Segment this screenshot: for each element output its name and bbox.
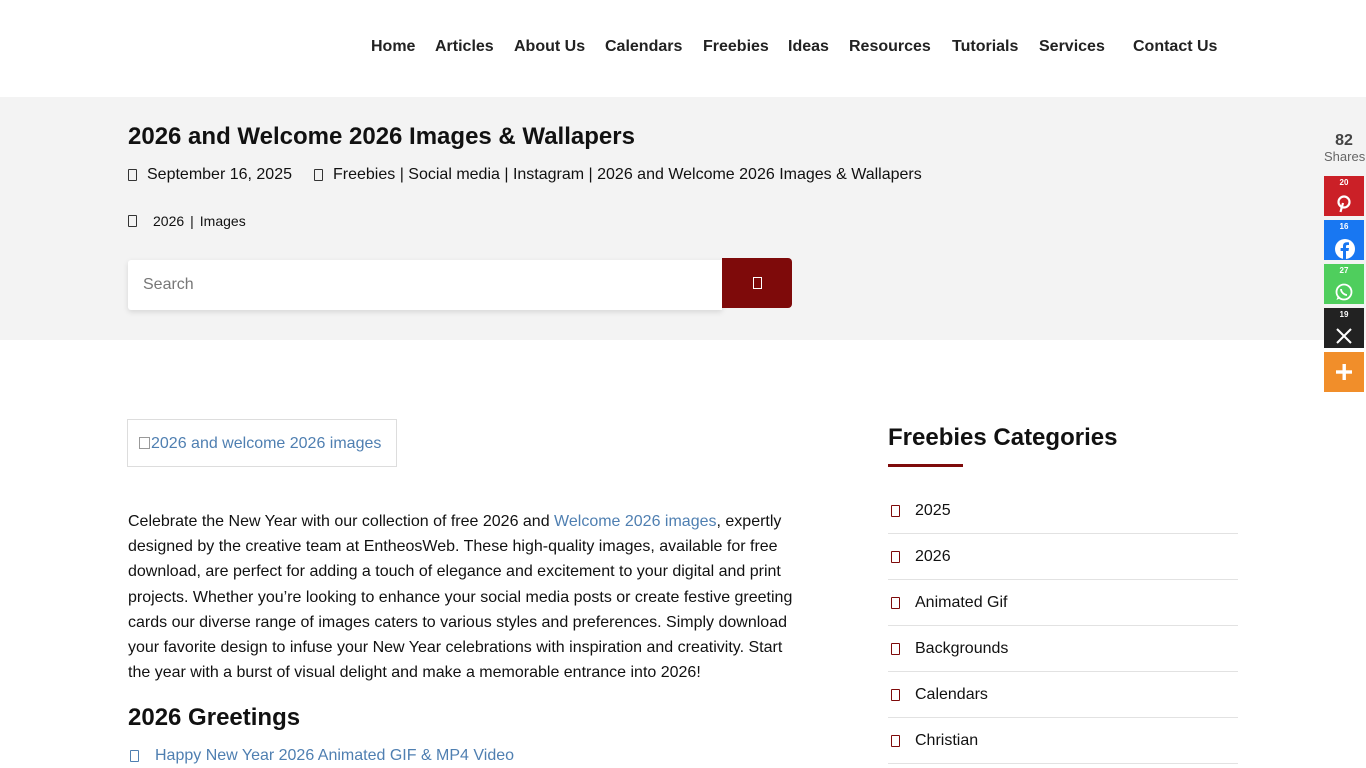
category-label: Animated Gif — [915, 593, 1008, 611]
search-button[interactable] — [722, 258, 792, 308]
facebook-share-button[interactable]: 16 — [1324, 220, 1364, 260]
greeting-link-label: Happy New Year 2026 Animated GIF & MP4 V… — [155, 747, 515, 764]
tag-link-2026[interactable]: 2026 — [153, 213, 184, 229]
sidebar-title: Freebies Categories — [888, 424, 1118, 451]
nav-articles-link[interactable]: Articles — [435, 38, 494, 56]
intro-text-start: Celebrate the New Year with our collecti… — [128, 513, 555, 530]
category-item-backgrounds[interactable]: Backgrounds — [888, 626, 1238, 672]
search-icon — [752, 277, 762, 289]
plus-icon — [1336, 364, 1352, 380]
more-share-button[interactable] — [1324, 352, 1364, 392]
x-share-count: 19 — [1339, 310, 1349, 319]
pinterest-icon — [1337, 195, 1351, 213]
whatsapp-icon — [1335, 283, 1353, 301]
category-label: Christian — [915, 731, 979, 749]
top-navigation: Home Articles About Us Calendars Freebie… — [0, 0, 1366, 97]
nav-resources-link[interactable]: Resources — [849, 38, 931, 56]
whatsapp-share-count: 27 — [1339, 266, 1349, 275]
featured-image-alt-text: 2026 and welcome 2026 images — [139, 435, 381, 453]
broken-image-icon — [139, 437, 150, 449]
category-label: 2026 — [915, 547, 951, 565]
folder-icon — [891, 596, 900, 609]
pinterest-share-button[interactable]: 20 — [1324, 176, 1364, 216]
post-tags: 2026 | Images — [128, 213, 246, 229]
folder-icon — [891, 688, 900, 701]
category-item-2025[interactable]: 2025 — [888, 488, 1238, 534]
bullet-icon — [130, 750, 139, 762]
greetings-heading: 2026 Greetings — [128, 704, 301, 731]
nav-home-link[interactable]: Home — [371, 38, 415, 56]
post-header: 2026 and Welcome 2026 Images & Wallapers… — [0, 97, 1366, 340]
featured-image-alt-label: 2026 and welcome 2026 images — [151, 435, 382, 452]
nav-freebies-link[interactable]: Freebies — [703, 38, 769, 56]
facebook-share-count: 16 — [1339, 222, 1349, 231]
post-meta: September 16, 2025 Freebies | Social med… — [128, 166, 922, 184]
folder-icon — [891, 504, 900, 517]
folder-icon — [891, 734, 900, 747]
intro-text-end: , expertly designed by the creative team… — [128, 513, 793, 682]
share-counter: 82 Shares — [1324, 132, 1366, 164]
nav-about-us-link[interactable]: About Us — [514, 38, 585, 56]
greeting-list-item[interactable]: Happy New Year 2026 Animated GIF & MP4 V… — [130, 747, 514, 765]
x-icon — [1336, 328, 1352, 344]
share-total: 82 — [1335, 132, 1353, 149]
tag-link-images[interactable]: Images — [200, 213, 246, 229]
welcome-2026-images-link[interactable]: Welcome 2026 images — [554, 513, 716, 530]
nav-calendars-link[interactable]: Calendars — [605, 38, 682, 56]
whatsapp-share-button[interactable]: 27 — [1324, 264, 1364, 304]
x-share-button[interactable]: 19 — [1324, 308, 1364, 348]
category-label: Calendars — [915, 685, 988, 703]
search-input[interactable] — [128, 260, 722, 310]
folder-icon — [891, 642, 900, 655]
category-label: Backgrounds — [915, 639, 1009, 657]
category-item-calendars[interactable]: Calendars — [888, 672, 1238, 718]
share-label: Shares — [1324, 149, 1366, 164]
tag-separator: | — [190, 213, 194, 229]
nav-contact-us-link[interactable]: Contact Us — [1133, 38, 1217, 56]
folder-icon — [314, 169, 323, 181]
folder-icon — [891, 550, 900, 563]
featured-image: 2026 and welcome 2026 images — [127, 419, 397, 467]
search-box — [128, 260, 722, 310]
nav-ideas-link[interactable]: Ideas — [788, 38, 829, 56]
tag-icon — [128, 215, 137, 227]
pinterest-share-count: 20 — [1339, 178, 1349, 187]
calendar-icon — [128, 169, 137, 181]
post-date: September 16, 2025 — [147, 166, 292, 183]
post-title: 2026 and Welcome 2026 Images & Wallapers — [128, 123, 635, 150]
nav-services-link[interactable]: Services — [1039, 38, 1105, 56]
sidebar-title-underline — [888, 464, 963, 467]
facebook-icon — [1335, 239, 1355, 259]
category-item-2026[interactable]: 2026 — [888, 534, 1238, 580]
post-breadcrumb[interactable]: Freebies | Social media | Instagram | 20… — [333, 166, 922, 184]
category-item-christian[interactable]: Christian — [888, 718, 1238, 764]
intro-paragraph: Celebrate the New Year with our collecti… — [128, 509, 808, 685]
nav-tutorials-link[interactable]: Tutorials — [952, 38, 1018, 56]
category-item-animated-gif[interactable]: Animated Gif — [888, 580, 1238, 626]
category-label: 2025 — [915, 501, 951, 519]
